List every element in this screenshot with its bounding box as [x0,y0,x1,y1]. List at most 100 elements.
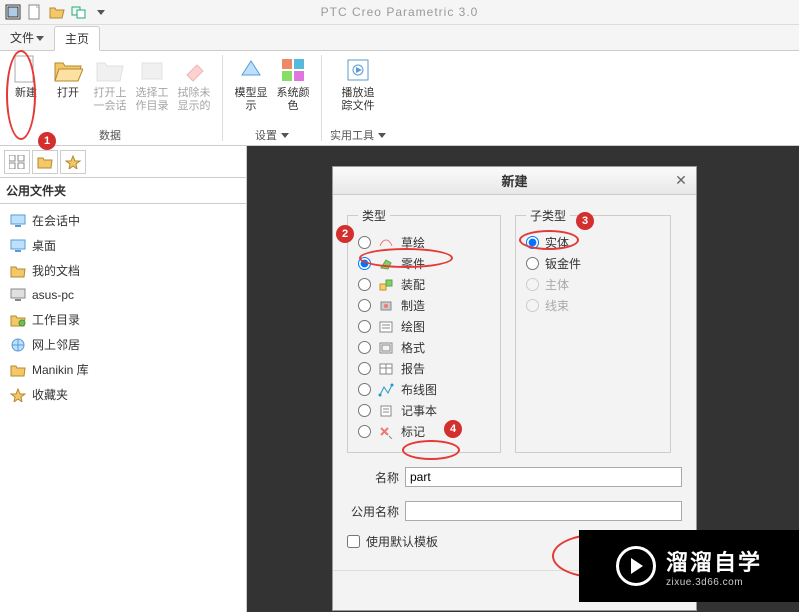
sidebar-item-workdir[interactable]: 工作目录 [0,307,246,332]
type-label: 记事本 [401,402,437,419]
type-option-8[interactable]: 记事本 [358,400,490,421]
subtype-label: 主体 [545,276,569,293]
qat-window-icon[interactable] [2,1,24,23]
qat-new-icon[interactable] [24,1,46,23]
select-wd-icon [137,55,167,85]
qat-windows-icon[interactable] [68,1,90,23]
type-option-9[interactable]: 标记 [358,421,490,442]
model-display-icon [236,55,266,85]
common-name-label: 公用名称 [347,503,403,520]
subtype-radio[interactable] [526,257,539,270]
ribbon-clear-undisp-label: 拭除未显示的 [174,87,214,113]
type-option-0[interactable]: 草绘 [358,232,490,253]
type-label: 报告 [401,360,425,377]
subtype-option-0[interactable]: 实体 [526,232,660,253]
type-label: 草绘 [401,234,425,251]
type-label: 标记 [401,423,425,440]
type-icon [377,299,395,313]
common-name-input[interactable] [405,501,682,521]
sidebar-item-network[interactable]: 网上邻居 [0,332,246,357]
qat-open-icon[interactable] [46,1,68,23]
sidebar-title: 公用文件夹 [0,178,246,204]
type-option-7[interactable]: 布线图 [358,379,490,400]
ribbon-clear-undisp-button[interactable]: 拭除未显示的 [174,53,214,123]
play-track-icon [343,55,373,85]
type-radio[interactable] [358,404,371,417]
sidebar-item-session[interactable]: 在会话中 [0,208,246,233]
type-radio[interactable] [358,236,371,249]
type-icon [377,257,395,271]
library-icon [10,362,26,378]
eraser-icon [179,55,209,85]
use-default-template-checkbox[interactable] [347,535,360,548]
sidebar-item-label: 工作目录 [32,311,80,328]
watermark-main: 溜溜自学 [666,545,762,577]
type-option-1[interactable]: 零件 [358,253,490,274]
sidebar-item-label: 在会话中 [32,212,80,229]
tab-file[interactable]: 文件 [0,25,54,50]
ribbon-open-last-button[interactable]: 打开上一会话 [90,53,130,123]
name-label: 名称 [347,469,403,486]
sidebar-item-computer[interactable]: asus-pc [0,283,246,307]
subtype-label: 钣金件 [545,255,581,272]
subtype-option-1[interactable]: 钣金件 [526,253,660,274]
sidebar-item-favorites[interactable]: 收藏夹 [0,382,246,407]
sidebar-fav-button[interactable] [60,150,86,174]
sidebar-item-label: 网上邻居 [32,336,80,353]
subtype-radio [526,278,539,291]
subtype-radio[interactable] [526,236,539,249]
sidebar-item-label: 收藏夹 [32,386,68,403]
sidebar-item-desktop[interactable]: 桌面 [0,233,246,258]
qat-dropdown-icon[interactable] [90,1,112,23]
sidebar-item-manikin[interactable]: Manikin 库 [0,357,246,382]
subtype-option-3: 线束 [526,295,660,316]
ribbon-sys-colors-label: 系统颜色 [273,87,313,113]
ribbon-model-disp-button[interactable]: 模型显示 [231,53,271,123]
sys-colors-icon [278,55,308,85]
type-radio[interactable] [358,383,371,396]
ribbon-new-label: 新建 [15,87,37,100]
monitor-icon [10,213,26,229]
tab-home[interactable]: 主页 [54,26,100,51]
type-label: 布线图 [401,381,437,398]
type-icon [377,383,395,397]
use-default-template-label: 使用默认模板 [366,533,438,550]
type-option-3[interactable]: 制造 [358,295,490,316]
star-icon [10,387,26,403]
network-icon [10,337,26,353]
type-radio[interactable] [358,320,371,333]
type-radio[interactable] [358,362,371,375]
type-radio[interactable] [358,278,371,291]
sidebar-view1-button[interactable] [4,150,30,174]
type-icon [377,320,395,334]
ribbon-select-wd-label: 选择工作目录 [132,87,172,113]
subtypes-legend: 子类型 [526,207,570,224]
chevron-down-icon [281,131,289,139]
sidebar-folders-button[interactable] [32,150,58,174]
type-option-5[interactable]: 格式 [358,337,490,358]
type-radio[interactable] [358,299,371,312]
name-input[interactable] [405,467,682,487]
group-settings-label: 设置 [255,127,277,143]
chevron-down-icon [378,131,386,139]
close-button[interactable]: ✕ [672,171,690,189]
documents-icon [10,263,26,279]
ribbon-new-button[interactable]: 新建 [6,53,46,123]
type-radio[interactable] [358,341,371,354]
sidebar-item-label: Manikin 库 [32,361,89,378]
type-radio[interactable] [358,425,371,438]
sidebar-item-documents[interactable]: 我的文档 [0,258,246,283]
type-option-2[interactable]: 装配 [358,274,490,295]
type-radio[interactable] [358,257,371,270]
workdir-icon [10,312,26,328]
type-option-4[interactable]: 绘图 [358,316,490,337]
desktop-icon [10,238,26,254]
ribbon-play-track-button[interactable]: 播放追踪文件 [338,53,378,123]
ribbon-open-button[interactable]: 打开 [48,53,88,123]
ribbon-select-wd-button[interactable]: 选择工作目录 [132,53,172,123]
sidebar-item-label: asus-pc [32,288,74,302]
type-option-6[interactable]: 报告 [358,358,490,379]
type-icon [377,341,395,355]
ribbon-sys-colors-button[interactable]: 系统颜色 [273,53,313,123]
tab-home-label: 主页 [65,30,89,47]
